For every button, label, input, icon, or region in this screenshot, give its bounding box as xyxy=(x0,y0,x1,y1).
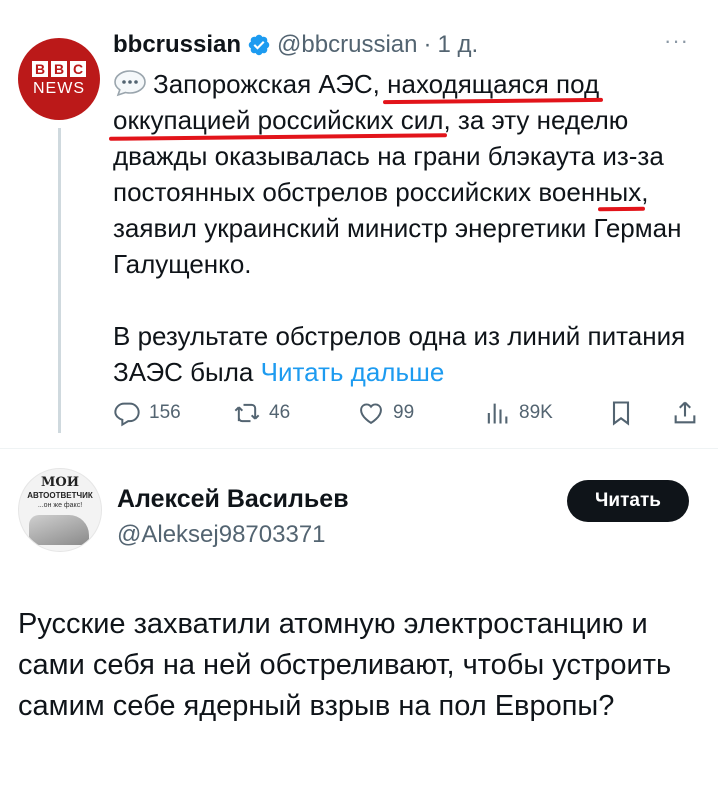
reply-handle[interactable]: @Aleksej98703371 xyxy=(117,521,326,549)
reply-display-name[interactable]: Алексей Васильев xyxy=(117,485,349,514)
retweet-button[interactable]: 46 xyxy=(233,399,290,427)
view-count: 89K xyxy=(519,402,553,423)
verified-badge-icon xyxy=(248,34,270,56)
bbc-logo: BBC xyxy=(32,60,86,77)
views-button[interactable]: 89K xyxy=(483,399,553,427)
like-count: 99 xyxy=(393,402,415,423)
timestamp[interactable]: 1 д. xyxy=(437,31,478,59)
read-more-link[interactable]: Читать дальше xyxy=(261,357,445,387)
tweet-divider xyxy=(0,448,718,449)
retweet-icon xyxy=(234,403,260,423)
more-options-icon[interactable]: ··· xyxy=(664,28,689,54)
avatar-figure-image xyxy=(29,515,89,545)
heart-icon xyxy=(360,403,382,425)
underlined-phrase-1: находящаяся под xyxy=(387,69,600,99)
thread-line xyxy=(58,128,61,433)
display-name[interactable]: bbcrussian xyxy=(113,31,241,59)
bbc-avatar[interactable]: BBC NEWS xyxy=(18,38,100,120)
underlined-phrase-2: оккупацией российских сил xyxy=(113,105,444,135)
reply-icon xyxy=(114,402,140,427)
reply-button[interactable]: 156 xyxy=(113,399,181,427)
tweet-header: bbcrussian @bbcrussian · 1 д. xyxy=(113,30,478,60)
tweet-text: Запорожская АЭС, находящаяся под оккупац… xyxy=(113,66,693,390)
like-button[interactable]: 99 xyxy=(357,399,414,427)
bookmark-button[interactable] xyxy=(607,399,635,427)
views-chart-icon xyxy=(487,403,508,424)
separator-dot: · xyxy=(423,31,432,58)
tweet-actions: 156 46 99 89K xyxy=(113,396,703,430)
reply-text: Русские захватили атомную электростанцию… xyxy=(18,608,672,722)
tweet-text-intro: Запорожская АЭС, xyxy=(153,69,388,99)
bbc-news-label: NEWS xyxy=(33,79,85,97)
follow-button[interactable]: Читать xyxy=(567,480,689,522)
handle[interactable]: @bbcrussian xyxy=(277,31,417,59)
bookmark-icon xyxy=(612,401,630,426)
speech-bubble-icon xyxy=(114,70,146,97)
share-button[interactable] xyxy=(671,399,699,427)
share-icon xyxy=(674,401,696,424)
retweet-count: 46 xyxy=(269,402,291,423)
reply-count: 156 xyxy=(149,402,181,423)
user-avatar[interactable]: МОИ АВТООТВЕТЧИК ...он же факс! xyxy=(18,468,102,552)
